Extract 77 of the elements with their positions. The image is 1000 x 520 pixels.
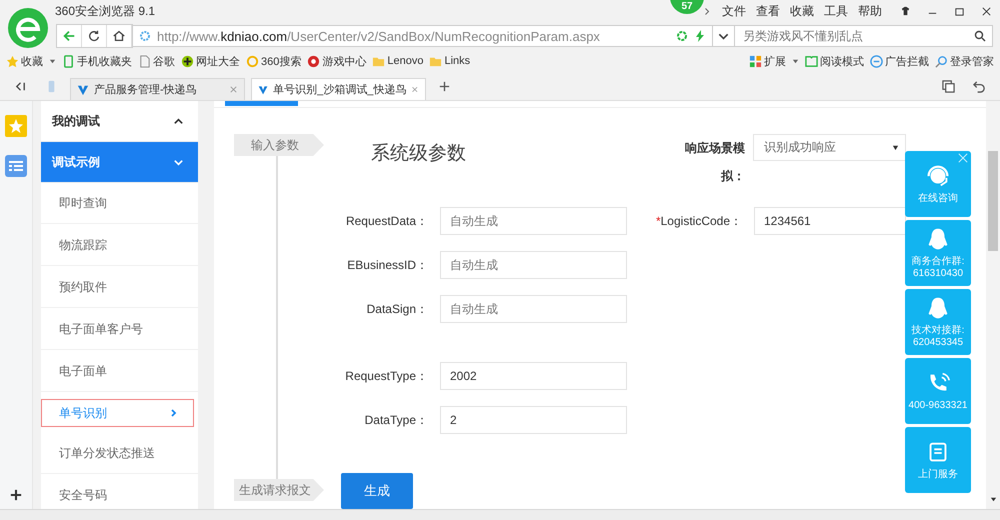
field-label: RequestType： (344, 368, 429, 384)
add-icon[interactable] (10, 489, 22, 501)
lightning-icon[interactable] (694, 30, 706, 42)
field-label: 响应场景模拟： (684, 140, 745, 185)
shirt-icon[interactable] (900, 6, 911, 16)
bookmark-item[interactable]: 游戏中心 (307, 54, 366, 68)
dropdown-icon[interactable] (713, 25, 735, 47)
field-label: DataType： (364, 412, 429, 428)
field-label: EBusinessID： (346, 256, 429, 274)
bookmark-item[interactable]: Lenovo (372, 54, 424, 68)
close-icon[interactable] (981, 6, 992, 16)
menu-item[interactable]: 收藏 (790, 2, 814, 20)
field-label: *LogisticCode： (654, 212, 743, 230)
new-tab-icon[interactable] (438, 80, 451, 93)
chevron-icon[interactable] (704, 6, 710, 16)
generate-button[interactable]: 生成 (341, 473, 413, 509)
menu-item[interactable]: 查看 (756, 2, 780, 20)
browser-tab[interactable]: 产品服务管理-快递鸟 (70, 78, 245, 100)
input-field[interactable]: 自动生成 (440, 295, 627, 323)
magnifier-icon (935, 54, 948, 68)
sidebar-section[interactable]: 调试示例 (41, 142, 198, 183)
menu-item[interactable]: 工具 (824, 2, 848, 20)
toolbar-item[interactable]: 阅读模式 (805, 54, 864, 68)
window-title: 360安全浏览器 9.1 (55, 2, 156, 20)
toolbar-item[interactable]: 登录管家 (935, 54, 994, 68)
book-icon (805, 54, 818, 68)
grid-icon (749, 54, 762, 68)
address-field[interactable]: http://www.kdniao.com/UserCenter/v2/SandBox/NumRecognitionParam.aspx (133, 25, 713, 47)
step-label: 输入参数 (234, 134, 324, 156)
bookmark-item[interactable]: 谷歌 (138, 54, 175, 68)
star-icon (6, 54, 19, 68)
bookmark-item[interactable]: 网址大全 (181, 54, 240, 68)
sidebar-item[interactable]: 物流跟踪 (41, 226, 198, 266)
caret-icon (892, 144, 899, 151)
menu-item[interactable]: 帮助 (858, 2, 882, 20)
sidebar-item[interactable]: 电子面单客户号 (41, 310, 198, 350)
collapse-icon[interactable] (14, 80, 27, 93)
sidebar-item[interactable]: 预约取件 (41, 268, 198, 308)
toolbar-item[interactable]: 广告拦截 (870, 54, 929, 68)
browser-tab[interactable]: 单号识别_沙箱调试_快递鸟 (251, 78, 426, 100)
field-label: DataSign： (366, 300, 429, 318)
undo-icon[interactable] (973, 80, 986, 93)
input-field[interactable]: 自动生成 (440, 207, 627, 235)
step-label: 生成请求报文 (234, 479, 324, 501)
scroll-down-icon[interactable] (990, 496, 996, 503)
chevron-icon (173, 116, 184, 126)
menu-item[interactable]: 文件 (722, 2, 746, 20)
sidebar-item[interactable]: 订单分发状态推送 (41, 434, 198, 474)
caret-icon[interactable] (49, 58, 56, 64)
plus-icon (181, 54, 194, 68)
v-logo-icon (258, 84, 268, 96)
input-field[interactable]: 2 (440, 406, 627, 434)
bookmark-item[interactable]: 手机收藏夹 (62, 54, 132, 68)
browser-logo-icon (8, 8, 48, 48)
chevron-icon (170, 409, 178, 417)
v-logo-icon (77, 84, 89, 96)
section-title: 系统级参数 (371, 141, 466, 166)
bookmark-item[interactable]: 360搜索 (246, 54, 302, 68)
input-field[interactable]: 自动生成 (440, 251, 627, 279)
bookmark-item[interactable]: Links (429, 54, 470, 68)
windows-icon[interactable] (942, 80, 955, 93)
caret-icon[interactable] (792, 58, 799, 64)
sidebar-item[interactable]: 单号识别 (41, 399, 194, 427)
input-field[interactable]: 2002 (440, 362, 627, 390)
block-icon (870, 54, 883, 68)
scenario-select[interactable]: 识别成功响应 (753, 134, 906, 161)
sidebar-item[interactable]: 即时查询 (41, 184, 198, 224)
maximize-icon[interactable] (954, 6, 965, 16)
input-field[interactable]: 1234561 (754, 207, 906, 235)
page-icon (138, 54, 151, 68)
scrollbar-thumb[interactable] (988, 151, 998, 251)
bookmark-item[interactable]: 收藏 (6, 54, 43, 68)
list-icon[interactable] (5, 155, 27, 177)
field-label: RequestData： (344, 212, 429, 230)
search-field[interactable]: 另类游戏风不懂别乱点 (735, 25, 993, 47)
toolbar-item[interactable]: 扩展 (749, 54, 786, 68)
sidebar-item[interactable]: 电子面单 (41, 352, 198, 392)
